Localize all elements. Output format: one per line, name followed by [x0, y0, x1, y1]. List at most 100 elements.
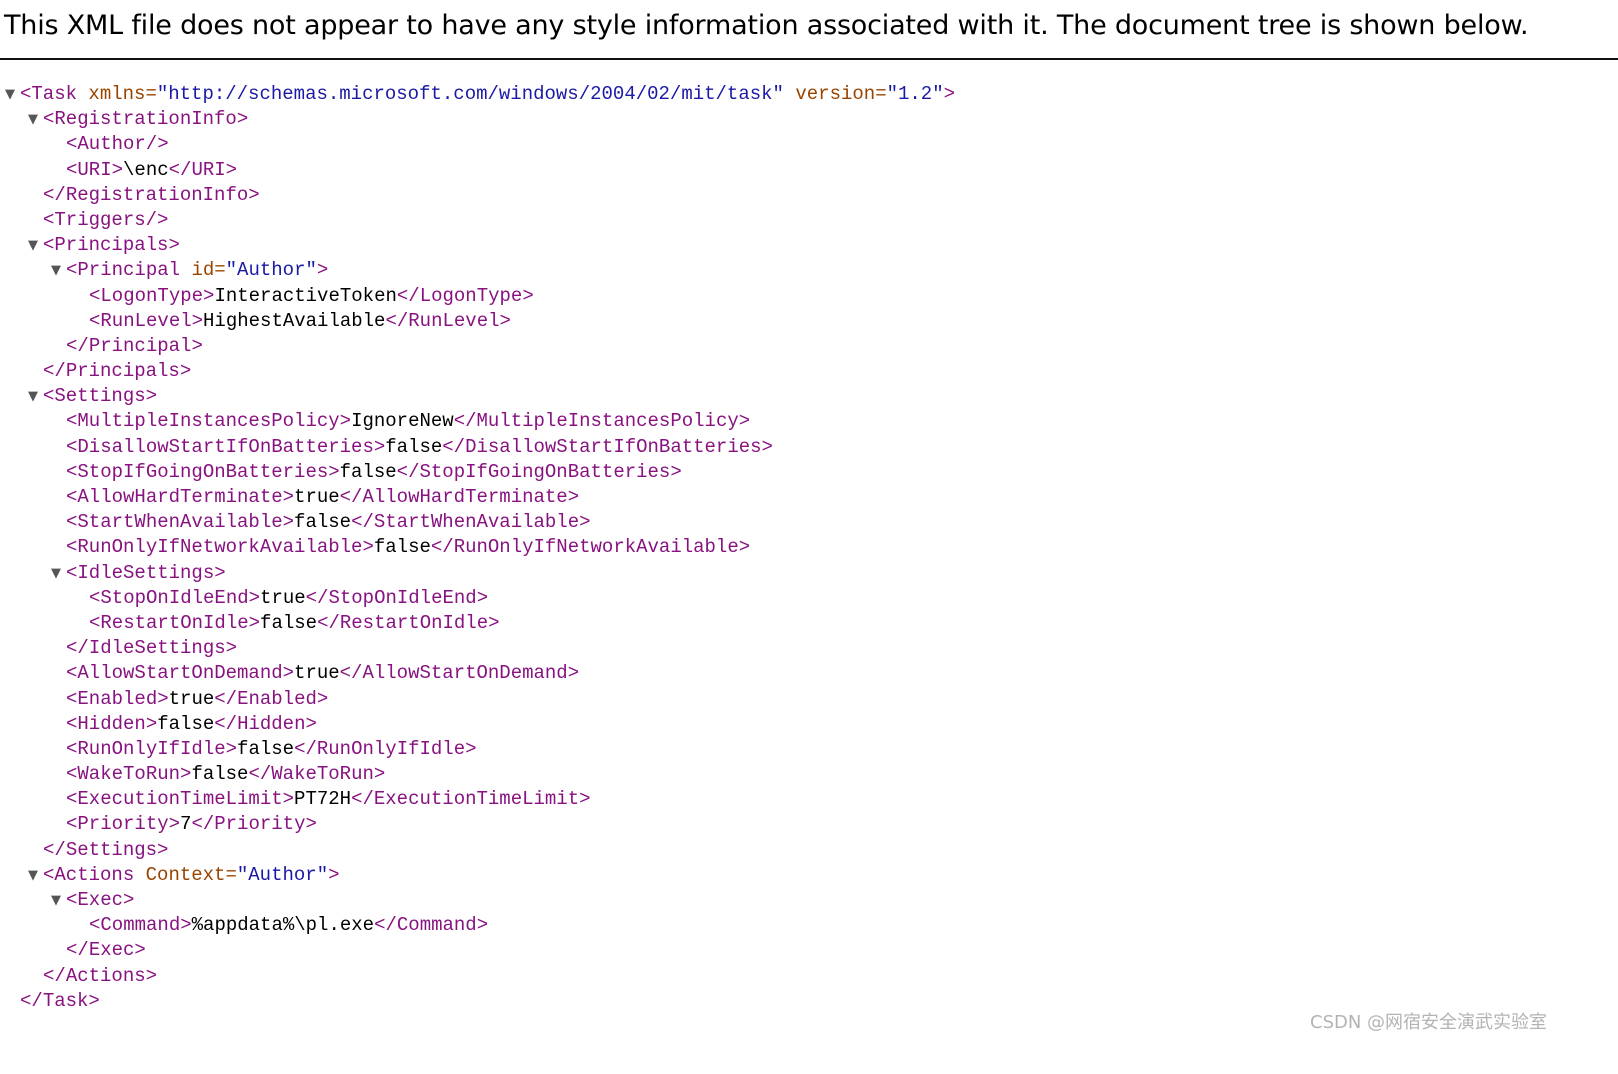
attribute-value: "Author": [225, 259, 317, 282]
tag-name: StopOnIdleEnd: [100, 586, 249, 609]
element-text: true: [294, 662, 340, 685]
xml-node-content: </Exec>: [66, 938, 146, 963]
xml-node-content: <WakeToRun>false</WakeToRun>: [66, 762, 385, 787]
tag-bracket: >: [943, 83, 956, 105]
tag-bracket: <: [66, 561, 78, 584]
closing-tag-name: StartWhenAvailable: [373, 511, 580, 534]
tag-bracket: <: [66, 133, 78, 156]
collapse-triangle-icon[interactable]: ▼: [25, 384, 41, 409]
attribute-value: "http://schemas.microsoft.com/windows/20…: [156, 83, 784, 105]
tag-bracket: >: [499, 309, 511, 332]
xml-node-content: <StopIfGoingOnBatteries>false</StopIfGoi…: [66, 460, 682, 485]
xml-node-content: <DisallowStartIfOnBatteries>false</Disal…: [66, 435, 773, 460]
tag-bracket: >: [316, 259, 329, 282]
tag-bracket: </: [191, 813, 215, 836]
tag-name: DisallowStartIfOnBatteries: [77, 435, 374, 458]
tag-name: Settings: [65, 838, 158, 861]
xml-node-content: </Principal>: [66, 334, 203, 359]
collapse-triangle-icon[interactable]: ▼: [2, 82, 18, 107]
tag-name: RestartOnIdle: [100, 611, 249, 634]
tag-bracket: </: [214, 687, 238, 710]
xml-node-content: <ExecutionTimeLimit>PT72H</ExecutionTime…: [66, 787, 591, 812]
xml-node-content: <Actions Context="Author">: [43, 863, 340, 888]
tag-bracket: >: [373, 435, 386, 458]
collapse-triangle-icon[interactable]: ▼: [48, 258, 64, 283]
tag-name: RegistrationInfo: [54, 108, 237, 131]
tag-name: StartWhenAvailable: [77, 511, 283, 534]
tag-bracket: />: [145, 133, 169, 156]
collapse-triangle-icon[interactable]: ▼: [25, 233, 41, 258]
tag-bracket: <: [89, 914, 101, 937]
closing-tag-name: DisallowStartIfOnBatteries: [465, 435, 762, 458]
tag-bracket: >: [180, 763, 192, 786]
element-text: true: [294, 486, 340, 508]
tag-bracket: </: [305, 586, 329, 609]
tag-bracket: </: [66, 939, 89, 962]
closing-tag-name: WakeToRun: [271, 763, 374, 786]
tag-bracket: >: [316, 687, 329, 710]
tag-bracket: >: [248, 183, 260, 206]
tag-bracket: >: [282, 788, 295, 811]
closing-tag-name: RunOnlyIfIdle: [316, 737, 466, 760]
tag-bracket: >: [282, 511, 295, 534]
tag-bracket: >: [168, 813, 181, 836]
tag-bracket: >: [579, 788, 591, 811]
tag-name: Principal: [88, 334, 192, 357]
tag-name: MultipleInstancesPolicy: [77, 410, 340, 433]
tag-name: Command: [100, 914, 181, 937]
tag-name: IdleSettings: [77, 561, 215, 584]
tag-bracket: >: [179, 360, 192, 383]
tag-name: RunOnlyIfNetworkAvailable: [77, 536, 363, 559]
collapse-triangle-icon[interactable]: ▼: [48, 888, 64, 913]
tag-bracket: </: [442, 435, 466, 458]
tag-bracket: >: [305, 712, 317, 735]
tag-bracket: >: [476, 914, 489, 937]
element-text: false: [260, 611, 318, 634]
tag-bracket: >: [282, 486, 295, 508]
closing-tag-name: StopOnIdleEnd: [328, 586, 477, 609]
tag-bracket: </: [430, 536, 454, 559]
closing-tag-name: RunLevel: [408, 309, 500, 332]
closing-tag-name: ExecutionTimeLimit: [373, 788, 580, 811]
closing-tag-name: Enabled: [237, 687, 317, 710]
collapse-triangle-icon[interactable]: ▼: [25, 107, 41, 132]
collapse-triangle-icon[interactable]: ▼: [25, 863, 41, 888]
tag-bracket: <: [66, 460, 78, 483]
tag-bracket: >: [248, 611, 261, 634]
tag-bracket: </: [385, 309, 409, 332]
tag-bracket: >: [738, 536, 751, 559]
no-style-info-message: This XML file does not appear to have an…: [4, 10, 1529, 41]
xml-node-content: </Actions>: [43, 964, 157, 989]
xml-node-content: <Principal id="Author">: [66, 258, 328, 283]
element-text: false: [339, 460, 397, 483]
xml-viewer-header: This XML file does not appear to have an…: [0, 0, 1618, 60]
tag-bracket: <: [66, 435, 78, 458]
tag-bracket: <: [20, 83, 32, 105]
element-text: false: [294, 511, 352, 534]
tag-name: LogonType: [100, 284, 204, 307]
collapse-triangle-icon[interactable]: ▼: [48, 561, 64, 586]
xml-node-content: <Triggers/>: [43, 208, 168, 233]
tag-bracket: <: [66, 712, 78, 735]
tag-bracket: >: [248, 586, 261, 609]
xml-node-content: <Author/>: [66, 132, 169, 157]
tag-bracket: >: [328, 863, 340, 886]
tag-name: Task: [42, 989, 89, 1012]
tag-bracket: >: [738, 410, 751, 433]
tag-bracket: >: [203, 284, 215, 307]
tag-bracket: <: [43, 234, 55, 257]
element-text: true: [260, 586, 306, 609]
element-text: InteractiveToken: [214, 284, 397, 307]
closing-tag-name: MultipleInstancesPolicy: [476, 410, 739, 433]
tag-bracket: <: [89, 309, 101, 332]
tag-name: AllowStartOnDemand: [77, 662, 283, 685]
tag-bracket: >: [225, 737, 238, 760]
watermark: CSDN @网宿安全演武实验室: [1310, 1012, 1548, 1033]
xml-node-content: <Task xmlns="http://schemas.microsoft.co…: [20, 82, 955, 107]
attribute-equals: =: [145, 83, 157, 105]
tag-bracket: </: [20, 989, 43, 1012]
tag-bracket: </: [168, 158, 192, 181]
element-text: IgnoreNew: [351, 410, 454, 433]
tag-bracket: <: [66, 536, 78, 559]
attribute-name: Context: [145, 863, 226, 886]
